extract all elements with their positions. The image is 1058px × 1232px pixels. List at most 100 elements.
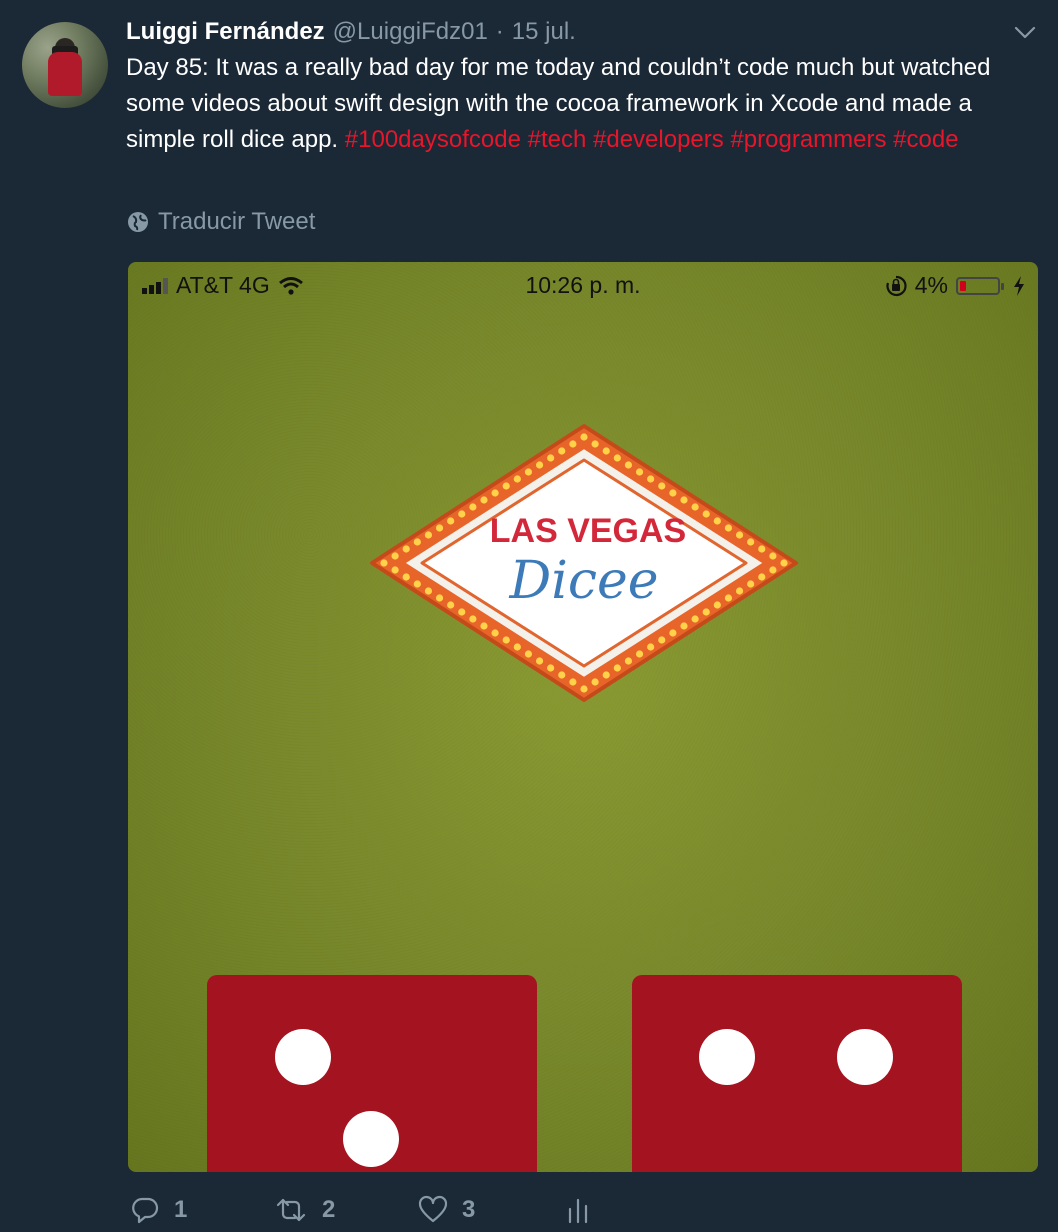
sign-bulb [413,538,421,546]
sign-bulb [580,685,588,693]
sign-bulb [658,636,666,644]
sign-bulb [424,587,433,595]
sign-bulb [402,573,410,581]
dice-pip [699,1029,755,1085]
sign-bulb [458,608,466,616]
sign-bulb [669,489,677,497]
sign-bulb [591,440,599,448]
sign-bulb [647,643,655,651]
dice-pip [837,1029,893,1085]
sign-bulb [680,622,688,630]
author-handle[interactable]: @LuiggiFdz01 [333,18,488,46]
tweet-text: Day 85: It was a really bad day for me t… [126,50,1046,158]
sign-bulb [435,594,444,602]
hashtag-link[interactable]: #developers [593,126,724,153]
battery-icon [956,276,1004,295]
sign-bulb [658,482,666,490]
sign-bulb [569,440,577,448]
sign-bulb [513,643,521,651]
sign-bulb [391,566,399,574]
sign-bulb [513,475,521,483]
sign-bulb [724,524,733,532]
sign-bulb [624,657,633,665]
avatar-person [48,52,82,96]
hashtag-link[interactable]: #programmers [730,126,886,153]
sign-bulb [447,517,455,525]
retweet-button[interactable]: 2 [274,1195,335,1225]
sign-bulb [602,447,610,455]
sign-bulb [524,650,533,658]
sign-bulb [613,454,621,462]
sign-bulb [735,531,744,539]
hashtag-link[interactable]: #code [893,126,958,153]
status-right: 4% [885,272,1026,299]
dice-pip [343,1111,399,1167]
tweet-date[interactable]: 15 jul. [512,18,576,46]
hashtag-link[interactable]: #100daysofcode [345,126,521,153]
hashtag-link[interactable]: #tech [528,126,587,153]
sign-bulb [435,524,444,532]
sign-bulb [691,615,699,623]
reply-button[interactable]: 1 [130,1195,187,1225]
avatar[interactable] [22,22,108,108]
sign-bulb [535,657,544,665]
sign-bulb [735,587,744,595]
sign-bulb [635,650,644,658]
sign-bulb [447,601,455,609]
translate-tweet-link[interactable]: Traducir Tweet [126,208,315,236]
analytics-icon [568,1198,588,1224]
sign-bulb [391,552,399,560]
sign-bulb [558,447,566,455]
sign-bulb [480,496,488,504]
sign-bulb [413,580,421,588]
sign-bulb [591,678,599,686]
sign-bulb [558,671,566,679]
sign-bulb [469,615,477,623]
battery-fill [960,280,966,291]
las-vegas-dicee-logo: LAS VEGAS Dicee [370,424,798,702]
sign-bulb [580,433,588,441]
translate-label: Traducir Tweet [158,208,316,235]
sign-bulb [469,503,477,511]
sign-bulb [758,545,766,553]
dice-left[interactable] [207,975,537,1172]
sign-bulb [669,629,677,637]
charging-bolt-icon [1014,275,1024,296]
sign-bulb [491,629,499,637]
sign-bulb [547,454,555,462]
sign-bulb [502,482,510,490]
sign-bulb [624,461,633,469]
sign-bulb [480,622,488,630]
like-button[interactable]: 3 [418,1195,475,1225]
dice-right[interactable] [632,975,962,1172]
sign-bulb [647,475,655,483]
rotation-lock-icon [886,275,907,296]
analytics-button[interactable] [566,1195,590,1225]
sign-bulb [713,517,721,525]
author-name[interactable]: Luiggi Fernández [126,18,325,46]
sign-bulb [502,636,510,644]
separator-dot: · [495,18,504,45]
logo-line1: LAS VEGAS [490,512,686,550]
battery-percent: 4% [914,272,948,298]
dice-pip [275,1029,331,1085]
sign-bulb [758,573,766,581]
sign-bulb [613,664,621,672]
chevron-down-icon[interactable] [1014,26,1036,40]
reply-icon [132,1197,159,1224]
reply-count: 1 [174,1196,188,1223]
sign-bulb [535,461,544,469]
sign-bulb [680,496,688,504]
sign-bulb [491,489,499,497]
sign-bulb [547,664,555,672]
sign-bulb [635,468,644,476]
sign-bulb [402,545,410,553]
sign-bulb [458,510,466,518]
tweet[interactable]: Luiggi Fernández @LuiggiFdz01 · 15 jul. … [0,0,1058,1232]
sign-bulb [602,671,610,679]
sign-bulb [747,538,755,546]
globe-icon [128,212,148,232]
retweet-count: 2 [322,1196,336,1223]
tweet-media-image[interactable]: AT&T 4G 10:26 p. m. 4% LAS VEGAS Dicee [128,262,1038,1172]
sign-bulb [747,580,755,588]
